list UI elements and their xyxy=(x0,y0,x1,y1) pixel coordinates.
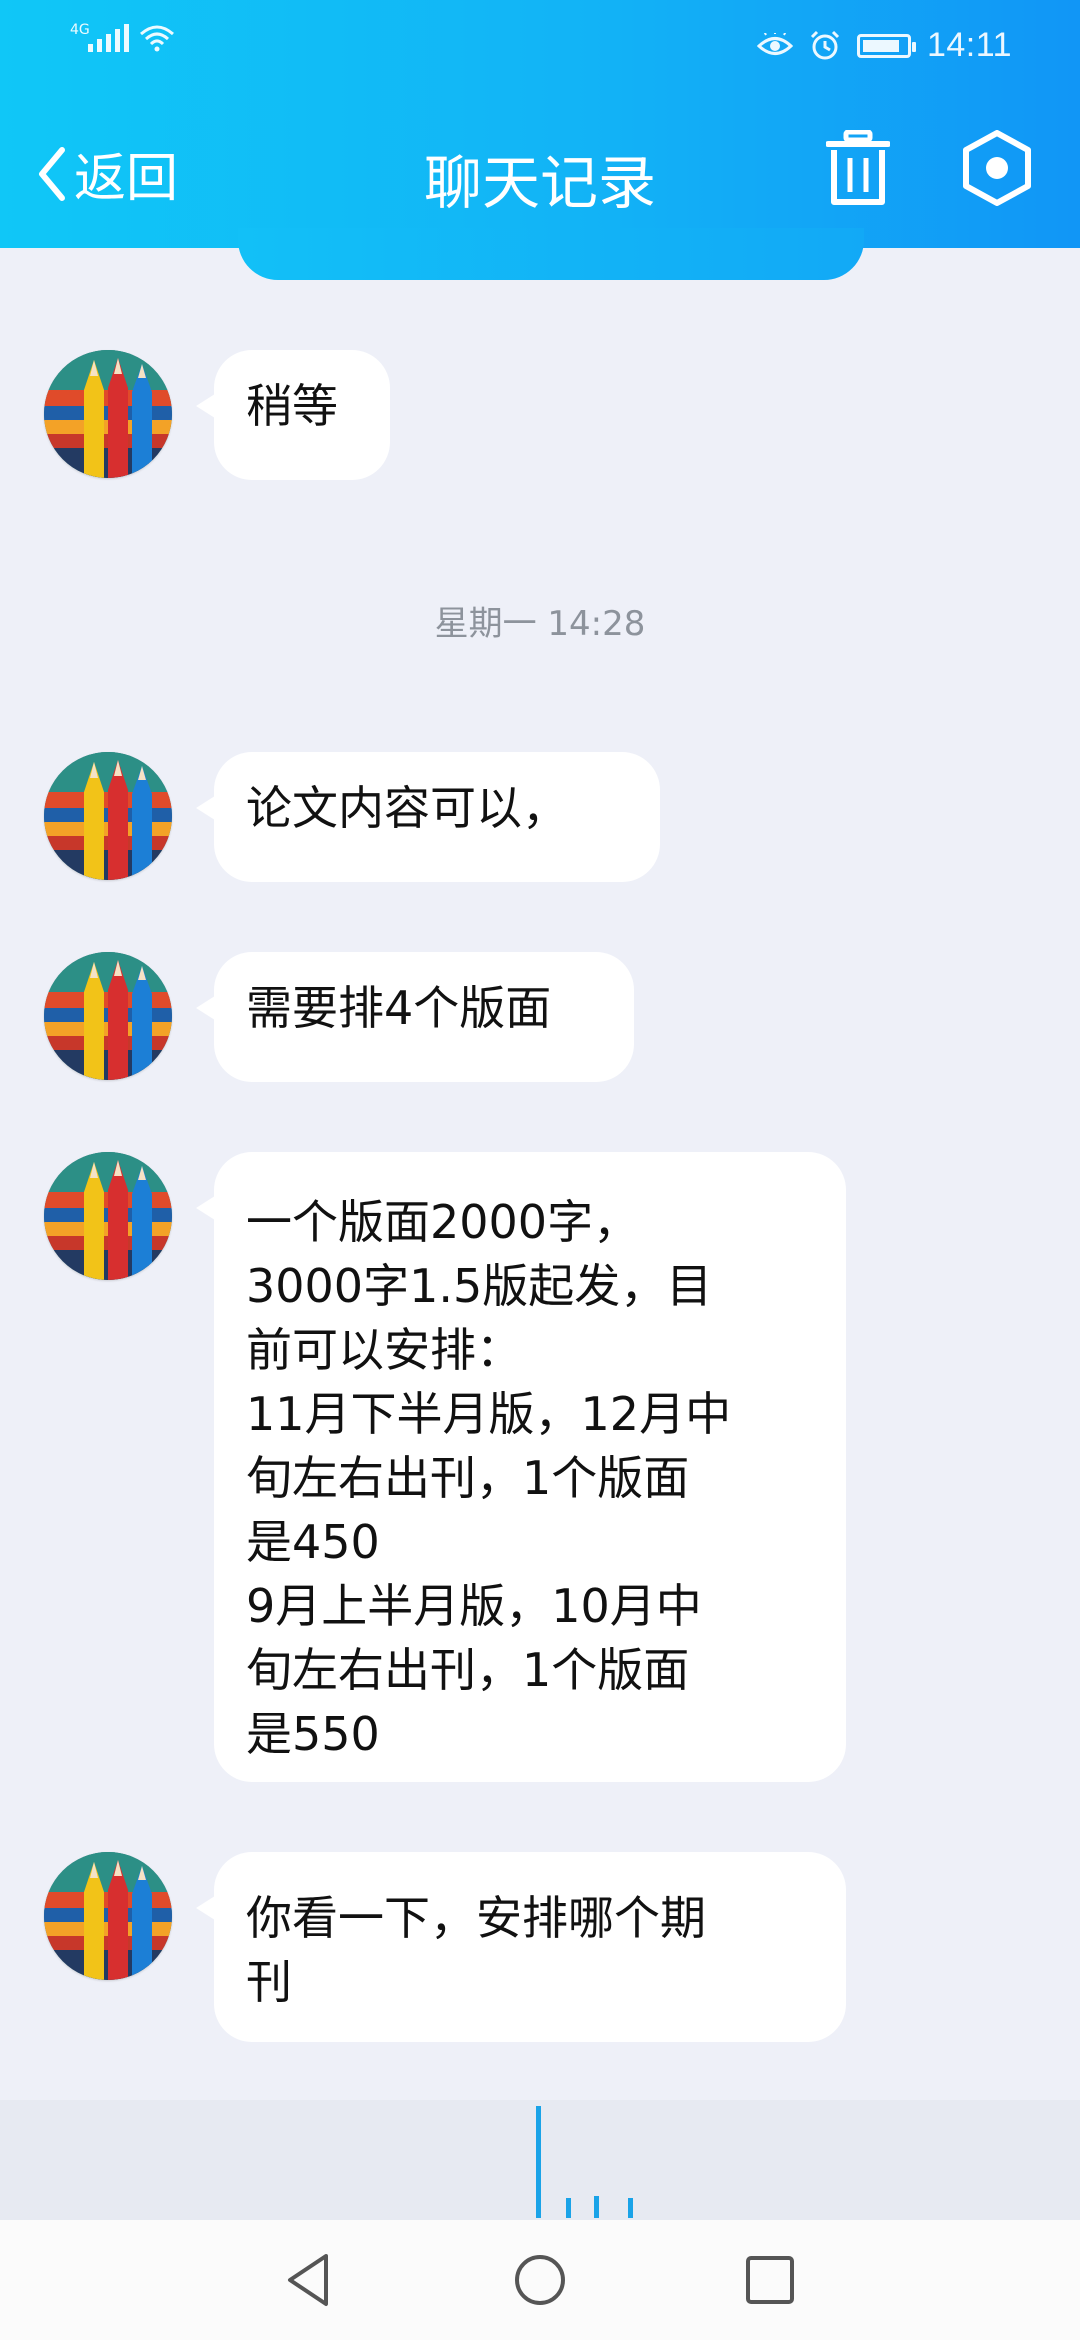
avatar[interactable] xyxy=(44,1152,172,1280)
status-left: 4G xyxy=(70,22,175,52)
trash-button[interactable] xyxy=(825,129,891,210)
circle-home-icon xyxy=(515,2255,565,2305)
trash-icon xyxy=(825,129,891,205)
message-bubble[interactable]: 你看一下，安排哪个期 刊 xyxy=(196,1852,846,2042)
status-bar: 4G 14:11 xyxy=(0,0,1080,92)
pencils-avatar-image xyxy=(44,1852,172,1980)
square-recent-icon xyxy=(746,2256,794,2304)
message-bubble[interactable]: 论文内容可以， xyxy=(196,752,660,882)
voice-waveform-icon xyxy=(536,2106,633,2218)
system-nav-bar xyxy=(0,2220,1080,2340)
wifi-icon xyxy=(140,25,174,52)
message-bubble[interactable]: 一个版面2000字， 3000字1.5版起发，目 前可以安排： 11月下半月版，… xyxy=(196,1152,846,1782)
message-bubble[interactable]: 稍等 xyxy=(196,350,390,480)
avatar[interactable] xyxy=(44,952,172,1080)
message-bubble[interactable]: 需要排4个版面 xyxy=(196,952,634,1082)
nav-back-button[interactable] xyxy=(276,2246,344,2314)
hexagon-settings-icon xyxy=(963,130,1031,206)
nav-bar: 返回 聊天记录 xyxy=(0,110,1080,230)
pencils-avatar-image xyxy=(44,1152,172,1280)
battery-fill xyxy=(862,39,899,52)
nav-home-button[interactable] xyxy=(506,2246,574,2314)
header-pill xyxy=(238,228,864,280)
avatar[interactable] xyxy=(44,752,172,880)
pencils-avatar-image xyxy=(44,752,172,880)
alarm-icon xyxy=(810,30,839,59)
nav-recent-button[interactable] xyxy=(736,2246,804,2314)
app-header: 4G 14:11 返回 聊天记录 xyxy=(0,0,1080,248)
battery-icon xyxy=(856,33,916,58)
settings-button[interactable] xyxy=(962,130,1032,210)
network-type: 4G xyxy=(70,22,90,38)
voice-input-strip[interactable] xyxy=(0,2100,1080,2220)
message-timestamp: 星期一 14:28 xyxy=(434,604,646,644)
eye-icon xyxy=(756,32,793,55)
avatar[interactable] xyxy=(44,350,172,478)
status-time: 14:11 xyxy=(926,26,1012,64)
signal-strength-icon xyxy=(88,24,129,52)
triangle-back-icon xyxy=(288,2254,328,2306)
pencils-avatar-image xyxy=(44,350,172,478)
pencils-avatar-image xyxy=(44,952,172,1080)
avatar[interactable] xyxy=(44,1852,172,1980)
page-title: 聊天记录 xyxy=(423,149,656,217)
status-right: 14:11 xyxy=(756,26,1012,65)
